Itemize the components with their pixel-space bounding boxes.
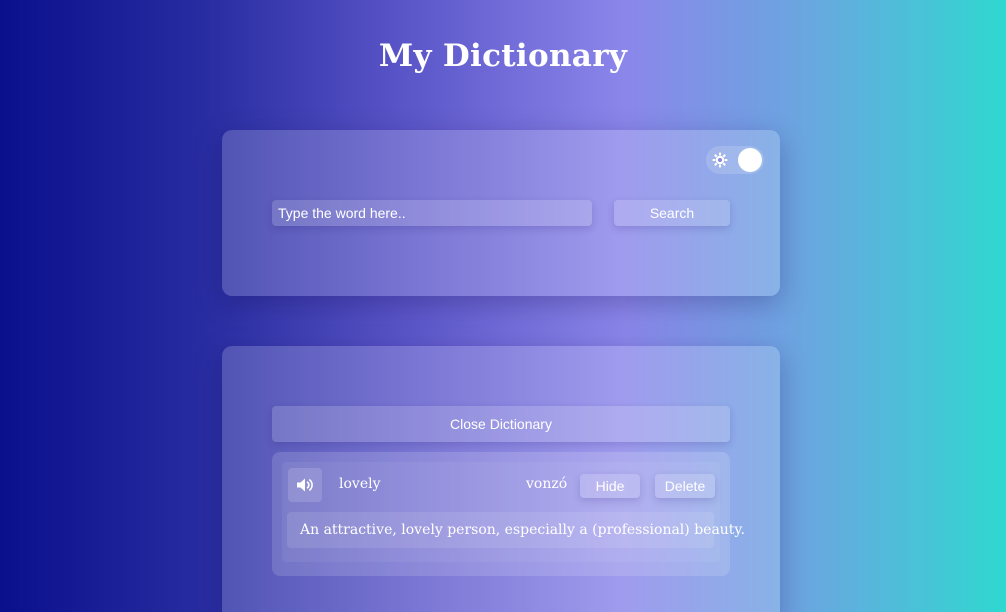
entry-translation: vonzó — [526, 476, 568, 492]
dictionary-panel: Close Dictionary lovely vonzó Hide Delet… — [222, 346, 780, 612]
search-panel: Search — [222, 130, 780, 296]
search-input[interactable] — [272, 200, 592, 226]
word-list: lovely vonzó Hide Delete An attractive, … — [272, 452, 745, 576]
search-button[interactable]: Search — [614, 200, 730, 226]
theme-toggle[interactable] — [706, 146, 764, 174]
close-dictionary-button[interactable]: Close Dictionary — [272, 406, 730, 442]
entry-word: lovely — [339, 476, 381, 492]
hide-button[interactable]: Hide — [580, 474, 640, 498]
sun-icon — [712, 152, 728, 168]
speaker-button[interactable] — [288, 468, 322, 502]
speaker-icon — [297, 478, 313, 492]
delete-button[interactable]: Delete — [655, 474, 715, 498]
word-entry: lovely vonzó Hide Delete An attractive, … — [282, 462, 745, 562]
entry-definition: An attractive, lovely person, especially… — [287, 512, 745, 548]
page-title: My Dictionary — [378, 38, 628, 74]
toggle-knob — [738, 148, 762, 172]
